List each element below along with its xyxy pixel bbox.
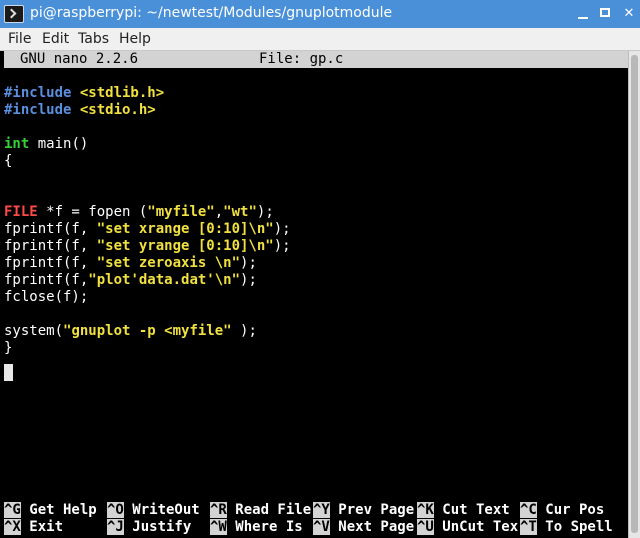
- code-line: int main(): [4, 136, 89, 152]
- code-line: #include <stdio.h>: [4, 102, 156, 118]
- code-line: fprintf(f, "set zeroaxis \n");: [4, 255, 257, 271]
- code-line: {: [4, 153, 13, 169]
- shortcut-read-file[interactable]: ^R Read File: [210, 502, 311, 519]
- window-title: pi@raspberrypi: ~/newtest/Modules/gnuplo…: [30, 5, 393, 21]
- shortcut-uncut-text[interactable]: ^U UnCut Tex: [417, 519, 518, 536]
- code-line: fclose(f);: [4, 289, 89, 305]
- shortcut-prev-page[interactable]: ^Y Prev Page: [313, 502, 414, 519]
- nano-header: GNU nano 2.2.6 File: gp.c: [4, 51, 628, 68]
- shortcut-where-is[interactable]: ^W Where Is: [210, 519, 311, 536]
- terminal-icon: [4, 5, 24, 23]
- menu-edit[interactable]: Edit: [42, 31, 69, 47]
- shortcut-exit[interactable]: ^X Exit: [4, 519, 105, 536]
- scrollbar-thumb[interactable]: [631, 55, 638, 533]
- terminal-area[interactable]: GNU nano 2.2.6 File: gp.c #include <stdl…: [0, 51, 628, 538]
- menu-tabs[interactable]: Tabs: [78, 31, 109, 47]
- code-line: #include <stdlib.h>: [4, 85, 165, 101]
- code-line: FILE *f = fopen ("myfile","wt");: [4, 204, 274, 220]
- code-line: system("gnuplot -p <myfile" );: [4, 323, 257, 339]
- minimize-icon: [578, 17, 588, 19]
- scrollbar[interactable]: [628, 51, 640, 538]
- close-icon: ✕: [623, 6, 635, 21]
- title-bar[interactable]: pi@raspberrypi: ~/newtest/Modules/gnuplo…: [0, 0, 640, 28]
- close-button[interactable]: ✕: [620, 5, 638, 22]
- code-line: }: [4, 340, 13, 356]
- terminal-window: pi@raspberrypi: ~/newtest/Modules/gnuplo…: [0, 0, 640, 538]
- text-cursor: [4, 364, 13, 381]
- nano-filename: File: gp.c: [259, 51, 344, 67]
- shortcut-writeout[interactable]: ^O WriteOut: [107, 502, 208, 519]
- shortcut-next-page[interactable]: ^V Next Page: [313, 519, 414, 536]
- menu-bar: File Edit Tabs Help: [0, 28, 640, 51]
- code-line: fprintf(f,"plot'data.dat'\n");: [4, 272, 257, 288]
- shortcut-cut-text[interactable]: ^K Cut Text: [417, 502, 518, 519]
- code-line: fprintf(f, "set xrange [0:10]\n");: [4, 221, 291, 237]
- shortcut-justify[interactable]: ^J Justify: [107, 519, 208, 536]
- maximize-icon: [600, 8, 610, 17]
- shortcut-cur-pos[interactable]: ^C Cur Pos: [520, 502, 604, 519]
- code-line: fprintf(f, "set yrange [0:10]\n");: [4, 238, 291, 254]
- shortcut-to-spell[interactable]: ^T To Spell: [520, 519, 613, 536]
- nano-version: GNU nano 2.2.6: [20, 51, 139, 67]
- menu-help[interactable]: Help: [119, 31, 151, 47]
- shortcut-get-help[interactable]: ^G Get Help: [4, 502, 105, 519]
- maximize-button[interactable]: [597, 5, 615, 22]
- menu-file[interactable]: File: [8, 31, 31, 47]
- minimize-button[interactable]: [574, 5, 592, 22]
